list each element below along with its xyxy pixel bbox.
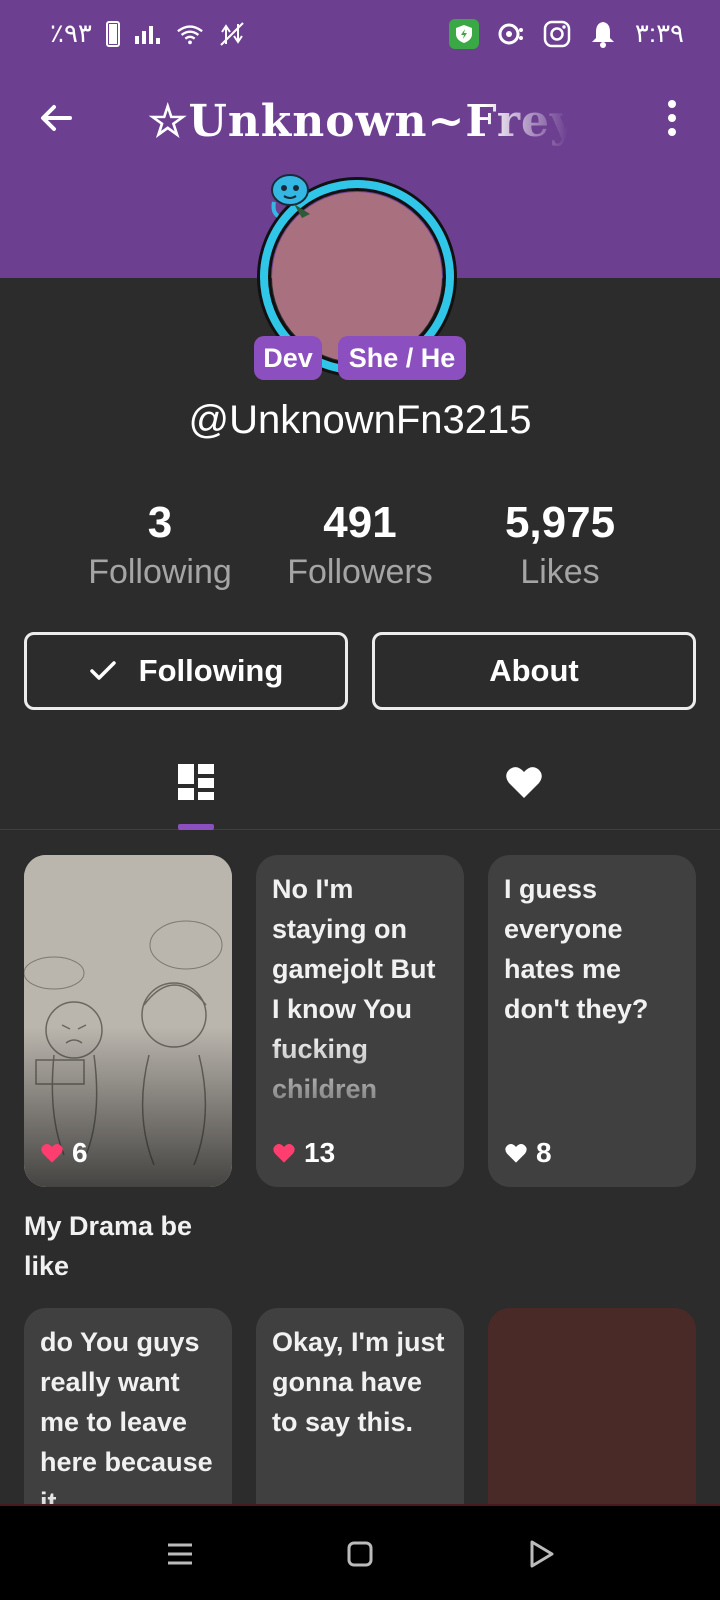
username-handle: @UnknownFn3215 — [188, 398, 532, 442]
status-left: ٪۹۳ — [50, 18, 246, 49]
stat-followers[interactable]: 491 Followers — [260, 495, 460, 592]
post-like-count: 13 — [304, 1137, 336, 1168]
post-text: I guess everyone hates me don't they? — [504, 874, 649, 1024]
data-off-icon — [218, 20, 246, 48]
post-caption[interactable]: My Drama be like — [24, 1206, 244, 1286]
about-button-label: About — [489, 653, 579, 688]
more-options-icon[interactable] — [660, 100, 684, 140]
post-likes: 8 — [504, 1137, 552, 1169]
stat-label: Followers — [287, 553, 433, 591]
following-button[interactable]: Following — [24, 632, 348, 710]
bell-icon — [589, 20, 617, 48]
notification-app-icon — [497, 20, 525, 48]
post-card[interactable]: 6 — [24, 855, 232, 1187]
post-likes: 6 — [40, 1137, 88, 1169]
post-card[interactable]: I guess everyone hates me don't they? 8 — [488, 855, 696, 1187]
stat-value: 5,975 — [504, 498, 616, 547]
system-nav-bar — [0, 1504, 720, 1600]
home-icon[interactable] — [342, 1536, 378, 1572]
stat-value: 3 — [147, 498, 173, 547]
heart-icon[interactable] — [504, 762, 544, 802]
menu-icon[interactable] — [162, 1536, 198, 1572]
profile-tabs — [0, 740, 720, 830]
back-icon[interactable] — [522, 1536, 558, 1572]
heart-icon — [505, 1144, 527, 1163]
post-likes: 13 — [272, 1137, 335, 1169]
signal-icon — [134, 20, 162, 48]
active-tab-indicator — [178, 824, 214, 830]
status-time: ۳:۳۹ — [634, 18, 684, 48]
shield-icon — [448, 18, 479, 49]
avatar-frame-octopus-decoration — [264, 170, 316, 222]
following-button-label: Following — [138, 653, 284, 688]
about-button[interactable]: About — [372, 632, 696, 710]
battery-icon — [105, 20, 120, 47]
role-badge: Dev — [254, 336, 322, 380]
stat-label: Following — [88, 553, 232, 591]
avatar[interactable] — [258, 174, 458, 374]
stat-value: 491 — [323, 498, 397, 547]
profile-stats: 3 Following 491 Followers 5,975 Likes — [0, 495, 720, 605]
wifi-icon — [176, 20, 204, 48]
stat-likes[interactable]: 5,975 Likes — [460, 495, 660, 592]
status-right: ۳:۳۹ — [448, 18, 684, 49]
post-text: Okay, I'm just gonna have to say this. — [272, 1327, 445, 1437]
status-bar: ٪۹۳ ۳:۳۹ — [0, 0, 720, 64]
battery-percent: ٪۹۳ — [50, 18, 92, 48]
pronouns-badge: She / He — [338, 336, 466, 380]
heart-icon — [41, 1144, 63, 1163]
back-arrow-icon[interactable] — [34, 96, 78, 140]
stat-label: Likes — [520, 553, 600, 591]
instagram-icon — [543, 20, 571, 48]
post-like-count: 6 — [72, 1137, 88, 1168]
heart-icon — [273, 1144, 295, 1163]
posts-grid-icon[interactable] — [176, 762, 216, 802]
check-icon — [89, 661, 116, 680]
post-card[interactable]: No I'm staying on gamejolt But I know Yo… — [256, 855, 464, 1187]
post-like-count: 8 — [536, 1137, 552, 1168]
stat-following[interactable]: 3 Following — [60, 495, 260, 592]
page-title: ☆Unknown~Freya — [148, 96, 568, 147]
